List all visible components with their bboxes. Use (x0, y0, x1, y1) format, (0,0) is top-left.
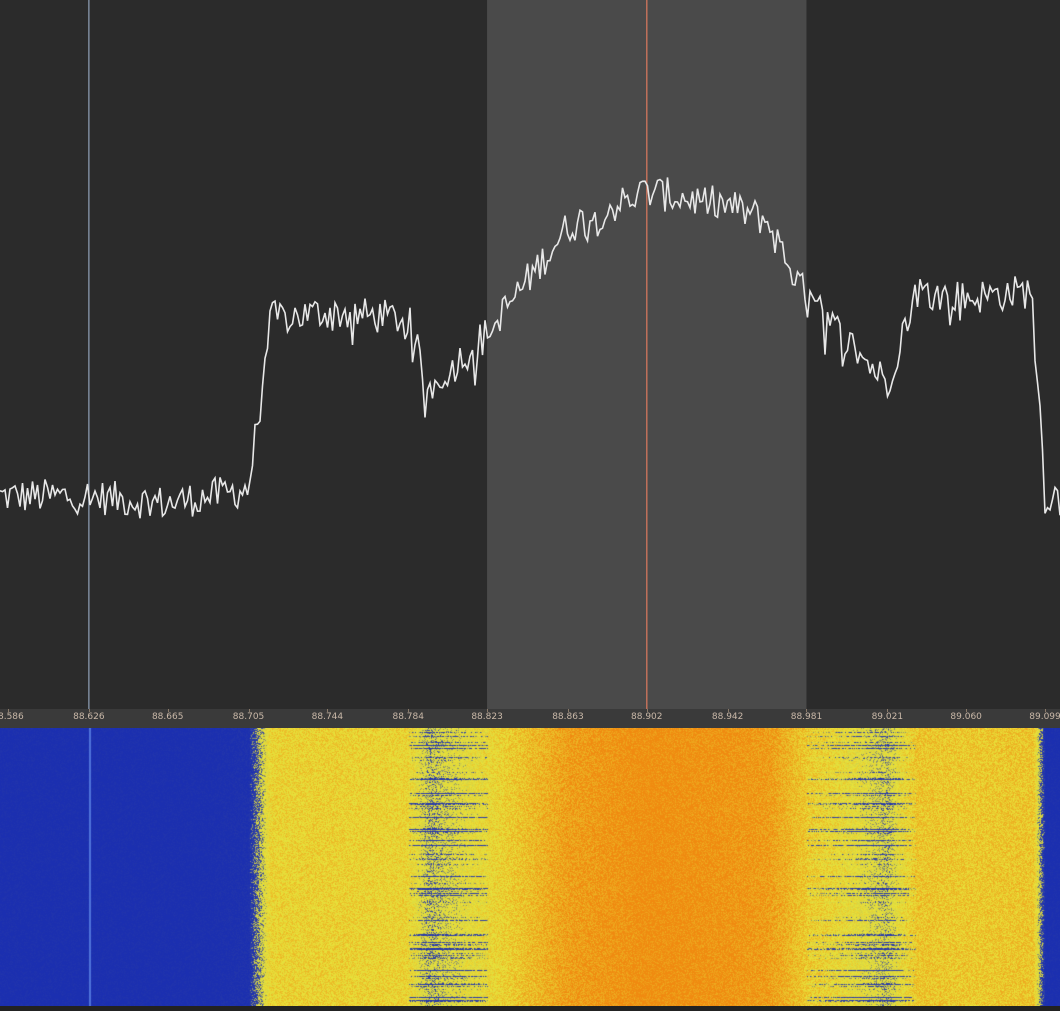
spectrum-plot (0, 0, 1060, 709)
frequency-axis: 88.586 88.626 88.665 88.705 88.744 88.784 88.8… (0, 709, 1060, 728)
frequency-tick-label: 88.902 (631, 712, 663, 722)
frequency-tick-mark (646, 709, 648, 712)
frequency-tick-label: 88.863 (552, 712, 584, 722)
frequency-tick-label: 88.981 (790, 712, 823, 722)
spectrum-panel[interactable] (0, 0, 1060, 709)
frequency-tick-label: 88.705 (232, 712, 265, 722)
frequency-tick-mark (567, 709, 569, 712)
frequency-tick-mark (487, 709, 489, 712)
frequency-tick-label: 89.060 (950, 712, 982, 722)
frequency-tick-mark (727, 709, 729, 712)
frequency-tick-label: 88.665 (151, 712, 184, 722)
waterfall-canvas (0, 728, 1060, 1006)
frequency-tick-mark (806, 709, 808, 712)
frequency-tick-label: 88.942 (711, 712, 744, 722)
frequency-tick-label: 88.784 (392, 712, 424, 722)
frequency-tick-mark (8, 709, 9, 712)
frequency-tick-label: 89.099 (1029, 712, 1060, 722)
frequency-tick-mark (327, 709, 329, 712)
frequency-tick-mark (167, 709, 169, 712)
frequency-tick-label: 88.823 (471, 712, 503, 722)
frequency-tick-label: 88.586 (0, 712, 24, 722)
frequency-tick-label: 88.744 (311, 712, 344, 722)
frequency-tick-label: 88.626 (73, 712, 105, 722)
frequency-tick-mark (966, 709, 968, 712)
frequency-tick-mark (88, 709, 90, 712)
waterfall-display[interactable] (0, 728, 1060, 1006)
frequency-tick-mark (887, 709, 889, 712)
frequency-tick-label: 89.021 (871, 712, 904, 722)
frequency-tick-mark (248, 709, 250, 712)
frequency-tick-mark (408, 709, 410, 712)
frequency-tick-mark (1045, 709, 1046, 712)
